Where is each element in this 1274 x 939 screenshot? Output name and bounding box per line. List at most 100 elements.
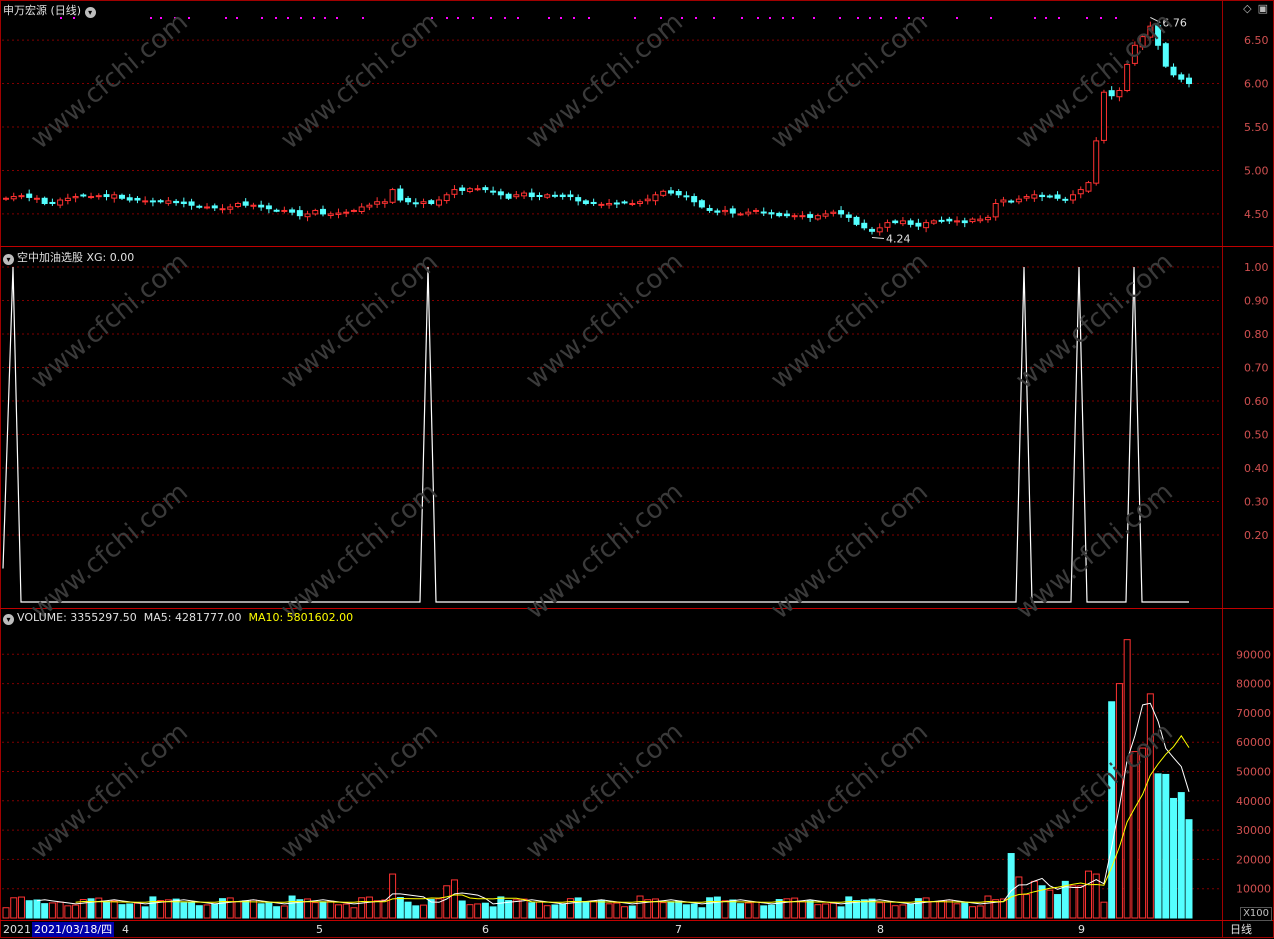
vol-bar-95 [737,903,745,919]
candle-body-17 [134,197,141,201]
vol-bar-135 [1046,889,1054,919]
vol-tick-6: 30000 [1236,824,1271,837]
vol-bar-70 [543,905,551,919]
vol-bar-61 [474,903,482,919]
candle-body-89 [691,196,698,203]
candle-body-20 [157,200,164,203]
signal-dot-52 [1100,17,1102,19]
signal-dot-18 [457,17,459,19]
vol-bar-99 [767,904,775,919]
price-tick-1: 6.00 [1244,78,1269,91]
volume-unit: X100 [1240,907,1272,921]
vol-bar-43 [334,904,342,919]
vol-bar-132 [1023,894,1031,919]
vol-bar-98 [760,905,768,919]
candle-body-67 [521,192,528,197]
vol-bar-52 [404,901,412,919]
vol-bar-9 [72,904,80,919]
price-tick-3: 5.00 [1244,164,1269,177]
candle-body-0 [3,197,9,200]
candle-body-57 [443,194,450,202]
vol-bar-151 [1170,797,1178,919]
dropdown-icon[interactable]: ▾ [84,7,96,18]
volume-value: VOLUME: 3355297.50 [17,611,137,624]
signal-dot-26 [588,17,590,19]
vol-bar-2 [17,896,25,919]
month-label-4: 4 [122,923,129,936]
candle-body-70 [544,194,551,198]
year-label: 2021 [3,923,31,936]
vol-bar-4 [33,899,41,919]
candle-body-69 [536,194,543,197]
candle-body-90 [698,200,705,208]
vol-bar-136 [1054,894,1062,919]
candle-body-135 [1046,195,1053,198]
vol-bar-133 [1030,880,1038,919]
vol-bar-147 [1139,747,1147,919]
vol-bar-7 [56,901,64,919]
vol-bar-121 [938,900,946,919]
vol-bar-124 [961,902,969,919]
vol-bar-120 [930,901,938,919]
vol-bar-67 [520,898,528,919]
window-icon[interactable]: ▣ [1258,2,1268,15]
candle-body-61 [474,188,481,191]
vol-bar-76 [590,900,598,919]
candle-body-71 [551,194,558,197]
candle-body-116 [899,220,906,225]
candle-body-92 [714,210,721,213]
vol-bar-46 [358,897,366,919]
candle-body-42 [327,213,334,216]
watermark-2: www.cfchi.com [520,7,689,155]
vol-bar-65 [505,900,513,919]
watermark-1: www.cfchi.com [275,7,444,155]
signal-dot-7 [236,17,238,19]
candle-body-152 [1178,74,1185,80]
indicator-dropdown-icon[interactable]: ▾ [3,254,14,265]
candle-body-127 [984,216,991,221]
vol-tick-2: 70000 [1236,707,1271,720]
watermark-3: www.cfchi.com [765,7,934,155]
vol-bar-108 [837,906,845,919]
candle-body-28 [219,208,226,211]
candle-body-23 [180,201,187,204]
candle-body-63 [490,190,497,193]
vol-bar-144 [1115,683,1123,919]
price-low-label: 4.24 [886,233,911,246]
candle-body-12 [95,195,102,198]
vol-bar-53 [412,905,420,919]
candle-body-16 [126,197,133,201]
vol-bar-34 [265,902,273,919]
candle-body-72 [559,194,566,198]
candle-body-119 [923,222,930,229]
price-tick-0: 6.50 [1244,34,1269,47]
candle-body-87 [675,190,682,196]
volume-dropdown-icon[interactable]: ▾ [3,614,14,625]
candle-body-6 [49,201,56,204]
ma5-value: MA5: 4281777.00 [143,611,242,624]
vol-bar-78 [605,903,613,919]
vol-bar-117 [907,903,915,919]
vol-bar-153 [1185,819,1193,919]
vol-bar-20 [157,900,165,919]
candle-body-62 [482,187,489,191]
period-label[interactable]: 日线 [1230,922,1252,937]
ind-tick-6: 0.40 [1244,462,1269,475]
candle-body-117 [907,220,914,225]
diamond-icon[interactable]: ◇ [1243,2,1251,15]
candle-body-114 [884,222,891,228]
vol-bar-54 [420,904,428,919]
signal-dot-25 [573,17,575,19]
candle-body-132 [1023,196,1030,199]
kline-chart[interactable]: 6.506.005.505.004.506.764.241.000.900.80… [0,0,1274,939]
vol-bar-82 [636,895,644,919]
watermark-14: www.cfchi.com [1010,477,1179,625]
candle-body-29 [227,206,234,210]
signal-dot-41 [869,17,871,19]
candle-body-107 [830,211,837,214]
vol-bar-14 [110,900,118,919]
vol-bar-35 [273,906,281,919]
watermark-12: www.cfchi.com [520,477,689,625]
watermark-11: www.cfchi.com [275,477,444,625]
vol-bar-72 [559,903,567,919]
